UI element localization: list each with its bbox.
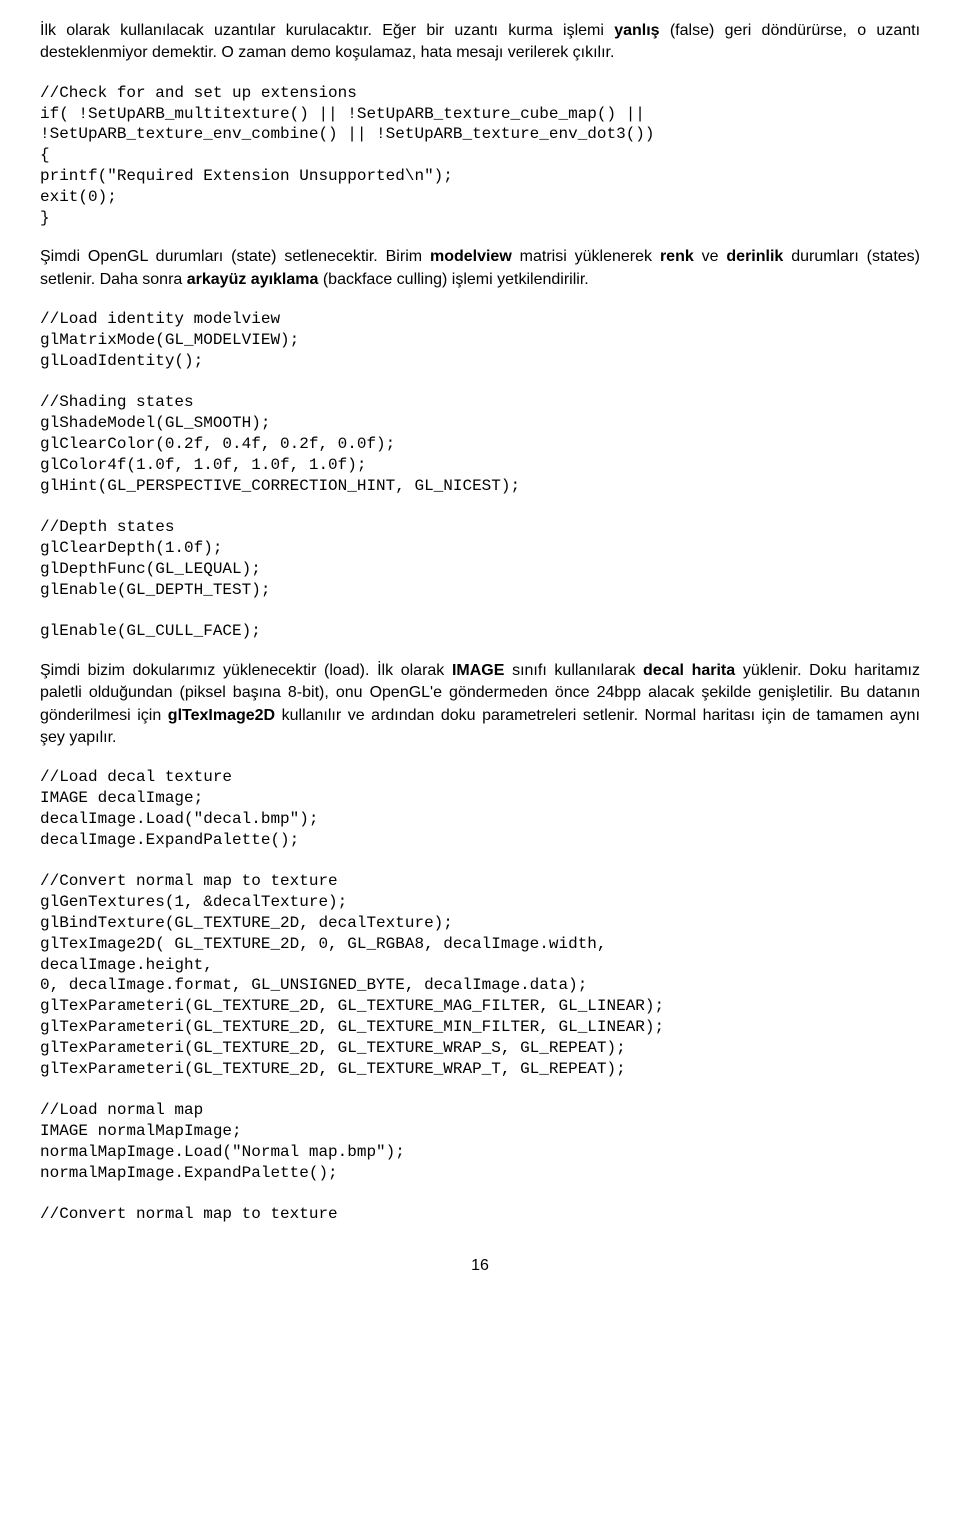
code-block-2: //Load identity modelview glMatrixMode(G… <box>40 309 920 642</box>
bold-text: decal harita <box>643 662 735 679</box>
code-block-3: //Load decal texture IMAGE decalImage; d… <box>40 767 920 1225</box>
bold-text: IMAGE <box>452 662 504 679</box>
text: matrisi yüklenerek <box>512 248 660 265</box>
text: sınıfı kullanılarak <box>504 662 643 679</box>
paragraph-1: İlk olarak kullanılacak uzantılar kurula… <box>40 20 920 65</box>
bold-text: modelview <box>430 248 512 265</box>
text: Şimdi OpenGL durumları (state) setlenece… <box>40 248 430 265</box>
code-block-1: //Check for and set up extensions if( !S… <box>40 83 920 229</box>
bold-text: arkayüz ayıklama <box>187 271 319 288</box>
page-number: 16 <box>40 1255 920 1277</box>
bold-text: yanlış <box>614 22 659 39</box>
paragraph-2: Şimdi OpenGL durumları (state) setlenece… <box>40 246 920 291</box>
text: İlk olarak kullanılacak uzantılar kurula… <box>40 22 614 39</box>
bold-text: glTexImage2D <box>168 707 275 724</box>
text: ve <box>694 248 727 265</box>
text: (backface culling) işlemi yetkilendirili… <box>318 271 588 288</box>
text: Şimdi bizim dokularımız yüklenecektir (l… <box>40 662 452 679</box>
bold-text: renk <box>660 248 694 265</box>
paragraph-3: Şimdi bizim dokularımız yüklenecektir (l… <box>40 660 920 750</box>
bold-text: derinlik <box>726 248 783 265</box>
